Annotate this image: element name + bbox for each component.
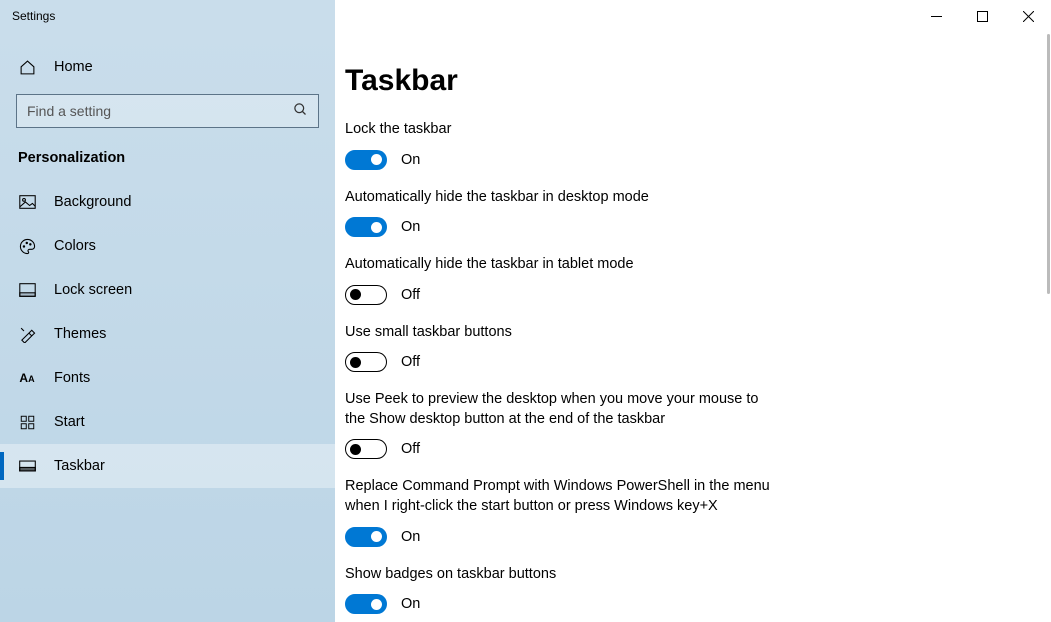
sidebar-item-label: Start (54, 414, 85, 430)
fonts-icon: AA (18, 371, 36, 385)
setting-label: Automatically hide the taskbar in deskto… (345, 188, 775, 208)
sidebar-item-start[interactable]: Start (0, 400, 335, 444)
sidebar-item-fonts[interactable]: AA Fonts (0, 356, 335, 400)
sidebar-item-lockscreen[interactable]: Lock screen (0, 268, 335, 312)
page-title: Taskbar (345, 64, 1051, 98)
search-placeholder: Find a setting (27, 103, 111, 119)
search-icon (293, 102, 308, 120)
setting-powershell: Replace Command Prompt with Windows Powe… (345, 477, 775, 546)
sidebar-item-label: Fonts (54, 370, 90, 386)
sidebar-item-taskbar[interactable]: Taskbar (0, 444, 335, 488)
sidebar-home[interactable]: Home (0, 40, 335, 88)
setting-small-buttons: Use small taskbar buttons Off (345, 323, 775, 373)
sidebar-item-label: Themes (54, 326, 106, 342)
toggle-peek[interactable] (345, 439, 387, 459)
lockscreen-icon (18, 283, 36, 297)
titlebar: Settings (0, 0, 1051, 32)
taskbar-icon (18, 460, 36, 472)
close-button[interactable] (1005, 0, 1051, 32)
toggle-state: On (401, 529, 420, 545)
toggle-state: Off (401, 354, 420, 370)
setting-autohide-tablet: Automatically hide the taskbar in tablet… (345, 255, 775, 305)
sidebar-item-label: Background (54, 194, 131, 210)
content-area: Taskbar Lock the taskbar On Automaticall… (335, 32, 1051, 622)
setting-autohide-desktop: Automatically hide the taskbar in deskto… (345, 188, 775, 238)
setting-label: Show badges on taskbar buttons (345, 565, 775, 585)
setting-label: Replace Command Prompt with Windows Powe… (345, 477, 775, 516)
themes-icon (18, 326, 36, 343)
home-icon (18, 59, 36, 76)
sidebar-item-background[interactable]: Background (0, 180, 335, 224)
toggle-lock-taskbar[interactable] (345, 150, 387, 170)
window-controls (913, 0, 1051, 32)
maximize-button[interactable] (959, 0, 1005, 32)
sidebar-item-colors[interactable]: Colors (0, 224, 335, 268)
scrollbar[interactable] (1047, 34, 1050, 294)
setting-label: Use small taskbar buttons (345, 323, 775, 343)
toggle-badges[interactable] (345, 594, 387, 614)
window-title: Settings (0, 9, 55, 23)
toggle-state: On (401, 152, 420, 168)
sidebar-item-themes[interactable]: Themes (0, 312, 335, 356)
sidebar: Home Find a setting Personalization Back… (0, 32, 335, 622)
picture-icon (18, 195, 36, 209)
setting-label: Use Peek to preview the desktop when you… (345, 390, 775, 429)
sidebar-item-label: Taskbar (54, 458, 105, 474)
setting-label: Lock the taskbar (345, 120, 775, 140)
sidebar-item-label: Colors (54, 238, 96, 254)
sidebar-category: Personalization (0, 132, 335, 180)
toggle-state: Off (401, 441, 420, 457)
toggle-state: Off (401, 287, 420, 303)
toggle-autohide-desktop[interactable] (345, 217, 387, 237)
toggle-state: On (401, 219, 420, 235)
start-icon (18, 415, 36, 430)
setting-peek: Use Peek to preview the desktop when you… (345, 390, 775, 459)
toggle-autohide-tablet[interactable] (345, 285, 387, 305)
sidebar-home-label: Home (54, 59, 93, 75)
minimize-button[interactable] (913, 0, 959, 32)
search-input[interactable]: Find a setting (16, 94, 319, 128)
sidebar-item-label: Lock screen (54, 282, 132, 298)
toggle-powershell[interactable] (345, 527, 387, 547)
setting-lock-taskbar: Lock the taskbar On (345, 120, 775, 170)
setting-label: Automatically hide the taskbar in tablet… (345, 255, 775, 275)
setting-badges: Show badges on taskbar buttons On (345, 565, 775, 615)
toggle-state: On (401, 596, 420, 612)
palette-icon (18, 238, 36, 255)
toggle-small-buttons[interactable] (345, 352, 387, 372)
